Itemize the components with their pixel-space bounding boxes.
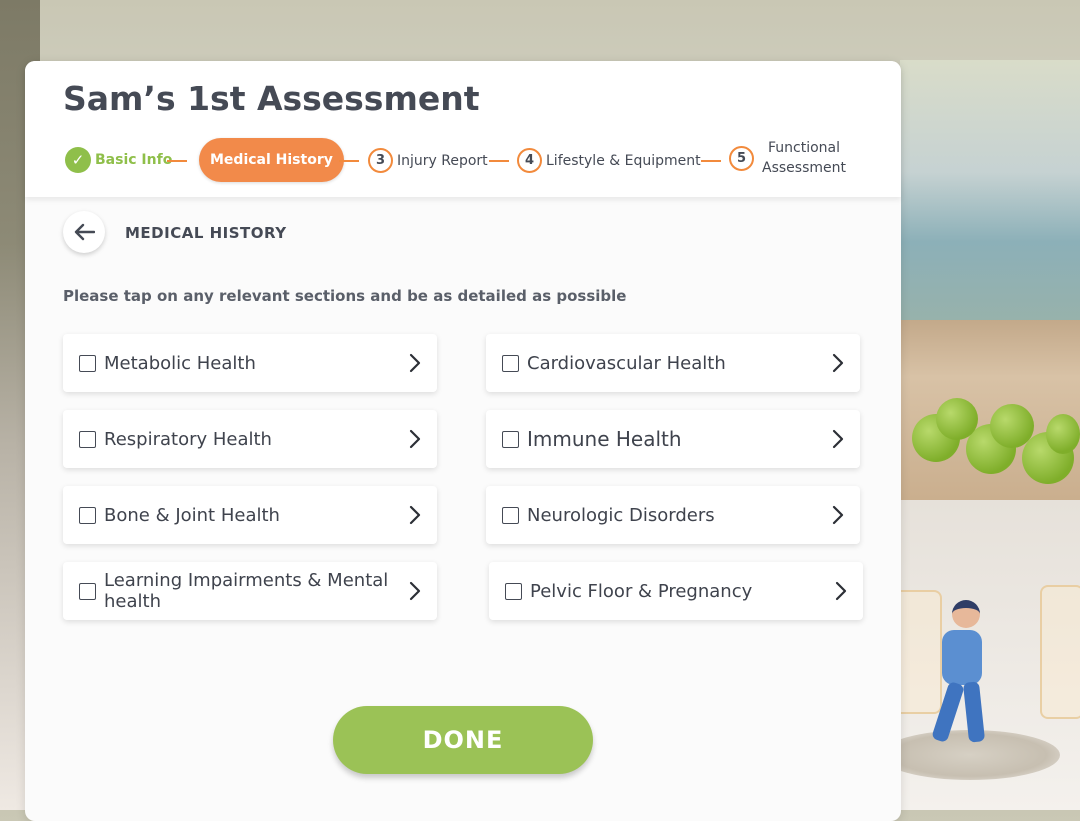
- step-connector: [167, 160, 187, 162]
- card-header: Sam’s 1st Assessment ✓ Basic Info Medica…: [25, 61, 901, 197]
- step-number-badge: 4: [517, 148, 542, 173]
- step-label: Lifestyle & Equipment: [546, 152, 701, 169]
- instructions-text: Please tap on any relevant sections and …: [63, 287, 627, 305]
- page-title: Sam’s 1st Assessment: [63, 79, 480, 118]
- step-label: Injury Report: [397, 152, 488, 169]
- option-cardiovascular-health[interactable]: Cardiovascular Health: [486, 334, 860, 392]
- checkbox[interactable]: [502, 506, 519, 524]
- checkbox[interactable]: [505, 582, 522, 600]
- checkbox[interactable]: [79, 430, 96, 448]
- step-connector: [701, 160, 721, 162]
- green-ball: [990, 404, 1034, 448]
- green-ball: [936, 398, 978, 440]
- option-label: Pelvic Floor & Pregnancy: [530, 580, 753, 602]
- chevron-right-icon: [832, 353, 844, 373]
- option-label: Metabolic Health: [104, 352, 256, 374]
- option-label: Respiratory Health: [104, 428, 272, 450]
- section-title: MEDICAL HISTORY: [125, 224, 287, 242]
- background-window: [900, 60, 1080, 340]
- step-label: Medical History: [199, 138, 344, 182]
- option-label: Neurologic Disorders: [527, 504, 715, 526]
- green-ball: [1046, 414, 1080, 454]
- step-medical-history[interactable]: Medical History: [199, 138, 344, 182]
- checkbox[interactable]: [79, 354, 96, 372]
- checkbox[interactable]: [79, 582, 96, 600]
- step-connector: [339, 160, 359, 162]
- hologram-panel: [1040, 585, 1080, 719]
- option-immune-health[interactable]: Immune Health: [486, 410, 860, 468]
- option-metabolic-health[interactable]: Metabolic Health: [63, 334, 437, 392]
- option-bone-joint-health[interactable]: Bone & Joint Health: [63, 486, 437, 544]
- chevron-right-icon: [832, 505, 844, 525]
- step-label: Functional Assessment: [762, 140, 846, 176]
- chevron-right-icon: [409, 505, 421, 525]
- step-lifestyle-equipment[interactable]: 4 Lifestyle & Equipment: [517, 148, 701, 173]
- step-functional-assessment[interactable]: 5 Functional Assessment: [729, 138, 846, 178]
- person-figure: [930, 600, 990, 750]
- step-label: Basic Info: [95, 152, 173, 168]
- arrow-left-icon: [74, 223, 95, 241]
- checkmark-icon: ✓: [65, 147, 91, 173]
- option-label: Immune Health: [527, 426, 682, 451]
- step-number-badge: 5: [729, 145, 754, 171]
- option-neurologic-disorders[interactable]: Neurologic Disorders: [486, 486, 860, 544]
- option-label: Bone & Joint Health: [104, 504, 280, 526]
- checkbox[interactable]: [79, 506, 96, 524]
- checkbox[interactable]: [502, 354, 519, 372]
- chevron-right-icon: [832, 429, 844, 449]
- done-button[interactable]: DONE: [333, 706, 593, 774]
- checkbox[interactable]: [502, 430, 519, 448]
- chevron-right-icon: [409, 353, 421, 373]
- option-pelvic-floor-pregnancy[interactable]: Pelvic Floor & Pregnancy: [489, 562, 863, 620]
- hologram-illustration: [870, 580, 1080, 800]
- option-respiratory-health[interactable]: Respiratory Health: [63, 410, 437, 468]
- progress-stepper: ✓ Basic Info Medical History 3 Injury Re…: [63, 138, 893, 184]
- option-learning-impairments-mental-health[interactable]: Learning Impairments & Mental health: [63, 562, 437, 620]
- back-button[interactable]: [63, 211, 105, 253]
- step-injury-report[interactable]: 3 Injury Report: [368, 148, 488, 173]
- chevron-right-icon: [835, 581, 847, 601]
- chevron-right-icon: [409, 581, 421, 601]
- step-connector: [489, 160, 509, 162]
- chevron-right-icon: [409, 429, 421, 449]
- step-number-badge: 3: [368, 148, 393, 173]
- step-basic-info[interactable]: ✓ Basic Info: [65, 147, 172, 173]
- option-label: Learning Impairments & Mental health: [104, 570, 389, 612]
- option-label: Cardiovascular Health: [527, 352, 726, 374]
- assessment-card: Sam’s 1st Assessment ✓ Basic Info Medica…: [25, 61, 901, 821]
